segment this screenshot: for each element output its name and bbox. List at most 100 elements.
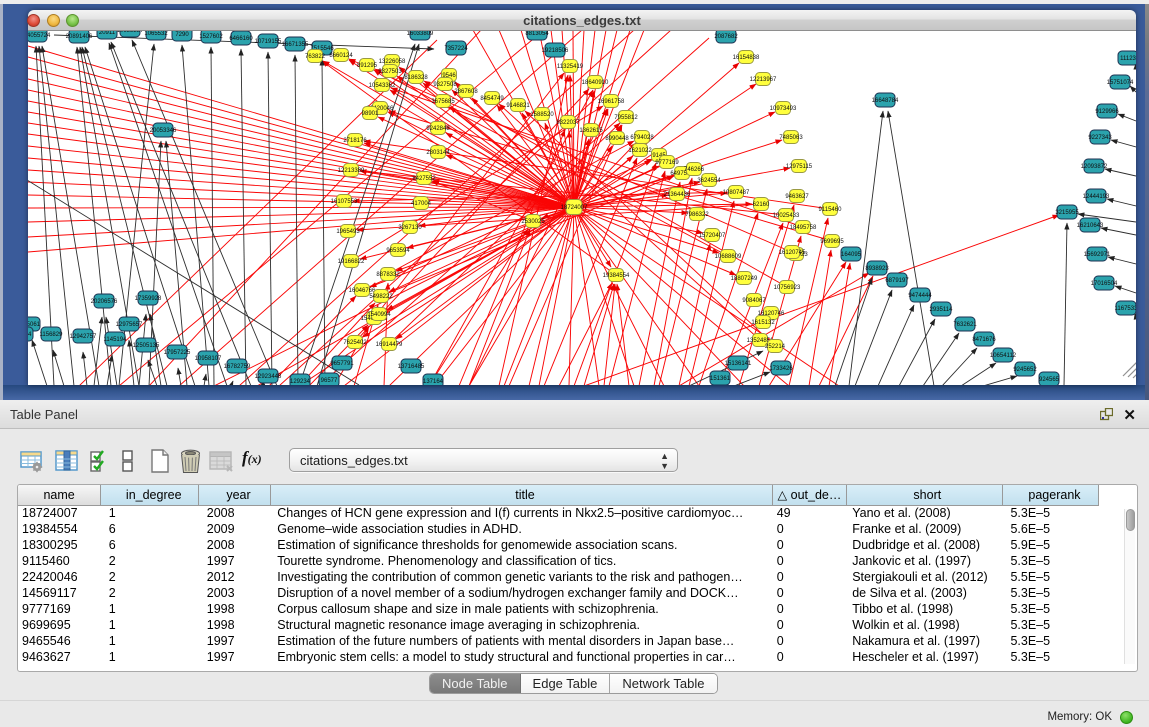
svg-text:12444193: 12444193 bbox=[1083, 194, 1110, 200]
svg-text:3215955: 3215955 bbox=[1055, 210, 1079, 216]
svg-text:3267130: 3267130 bbox=[398, 225, 422, 231]
svg-text:10543362: 10543362 bbox=[369, 83, 396, 89]
svg-text:9327508: 9327508 bbox=[433, 82, 457, 88]
svg-text:16961758: 16961758 bbox=[598, 99, 625, 105]
svg-text:8660124: 8660124 bbox=[329, 53, 353, 59]
svg-text:137164: 137164 bbox=[423, 379, 444, 385]
svg-text:9084067: 9084067 bbox=[742, 298, 766, 304]
svg-text:9777169: 9777169 bbox=[655, 160, 679, 166]
svg-text:1615132: 1615132 bbox=[751, 320, 775, 326]
svg-text:19166822: 19166822 bbox=[338, 259, 365, 265]
svg-text:7625402: 7625402 bbox=[343, 340, 367, 346]
svg-text:9653594: 9653594 bbox=[386, 248, 410, 254]
svg-text:9245652: 9245652 bbox=[1013, 367, 1037, 373]
svg-text:1167533: 1167533 bbox=[1115, 306, 1136, 312]
svg-text:2718176: 2718176 bbox=[343, 138, 367, 144]
svg-text:6879197: 6879197 bbox=[885, 278, 909, 284]
svg-text:12093872: 12093872 bbox=[1081, 164, 1108, 170]
svg-text:7986322: 7986322 bbox=[685, 212, 709, 218]
svg-text:8813054: 8813054 bbox=[525, 31, 549, 37]
svg-text:9657791: 9657791 bbox=[330, 361, 354, 367]
svg-text:9227343: 9227343 bbox=[1088, 135, 1112, 141]
svg-text:16210643: 16210643 bbox=[1077, 223, 1104, 229]
svg-text:252214: 252214 bbox=[765, 344, 786, 350]
svg-text:16782759: 16782759 bbox=[224, 364, 251, 370]
svg-text:15692971: 15692971 bbox=[1084, 252, 1111, 258]
svg-text:1527602: 1527602 bbox=[199, 34, 223, 40]
svg-text:10025433: 10025433 bbox=[773, 213, 800, 219]
svg-text:8471676: 8471676 bbox=[972, 337, 996, 343]
svg-text:10973493: 10973493 bbox=[770, 106, 797, 112]
svg-text:15136141: 15136141 bbox=[725, 361, 752, 367]
svg-text:17359928: 17359928 bbox=[135, 296, 162, 302]
svg-text:7485063: 7485063 bbox=[779, 135, 803, 141]
svg-text:151361: 151361 bbox=[710, 376, 731, 382]
svg-text:16033809: 16033809 bbox=[407, 31, 434, 37]
svg-text:20891406: 20891406 bbox=[66, 34, 93, 40]
svg-text:3675685: 3675685 bbox=[431, 99, 455, 105]
svg-text:1621022: 1621022 bbox=[628, 148, 652, 154]
svg-text:6794028: 6794028 bbox=[630, 135, 654, 141]
svg-text:1065532: 1065532 bbox=[144, 31, 168, 37]
svg-text:12213967: 12213967 bbox=[750, 77, 777, 83]
svg-text:9699695: 9699695 bbox=[820, 239, 844, 245]
svg-text:17957225: 17957225 bbox=[164, 350, 191, 356]
svg-text:2867608: 2867608 bbox=[454, 89, 478, 95]
svg-text:9146821: 9146821 bbox=[506, 103, 530, 109]
svg-text:14055724: 14055724 bbox=[28, 33, 51, 39]
svg-text:16671355: 16671355 bbox=[282, 42, 309, 48]
svg-text:12942757: 12942757 bbox=[70, 334, 97, 340]
svg-text:20911: 20911 bbox=[99, 31, 116, 36]
svg-text:16154838: 16154838 bbox=[733, 55, 760, 61]
svg-text:10807487: 10807487 bbox=[723, 190, 750, 196]
svg-text:1540994: 1540994 bbox=[367, 312, 391, 318]
svg-text:9463627: 9463627 bbox=[785, 194, 809, 200]
svg-text:12975657: 12975657 bbox=[116, 322, 143, 328]
svg-text:10688609: 10688609 bbox=[715, 254, 742, 260]
svg-text:12923448: 12923448 bbox=[255, 374, 282, 380]
svg-text:1733426: 1733426 bbox=[769, 366, 793, 372]
svg-text:12975115: 12975115 bbox=[786, 164, 813, 170]
svg-text:9115460: 9115460 bbox=[819, 207, 843, 213]
svg-text:2530025: 2530025 bbox=[521, 219, 545, 225]
svg-text:20206576: 20206576 bbox=[91, 299, 118, 305]
svg-text:3624554: 3624554 bbox=[697, 178, 721, 184]
svg-text:10756923: 10756923 bbox=[774, 285, 801, 291]
svg-text:1145194: 1145194 bbox=[104, 337, 128, 343]
svg-text:8186328: 8186328 bbox=[404, 75, 428, 81]
svg-text:20053346: 20053346 bbox=[150, 128, 177, 134]
svg-text:10654112: 10654112 bbox=[990, 353, 1017, 359]
svg-text:16648784: 16648784 bbox=[872, 98, 899, 104]
svg-text:15751074: 15751074 bbox=[1107, 80, 1134, 86]
svg-text:16107553: 16107553 bbox=[331, 199, 358, 205]
svg-text:21364436: 21364436 bbox=[664, 192, 691, 198]
svg-text:11123: 11123 bbox=[1120, 56, 1136, 62]
svg-text:9242848: 9242848 bbox=[426, 126, 450, 132]
svg-text:8454749: 8454749 bbox=[480, 96, 504, 102]
svg-text:7357224: 7357224 bbox=[444, 46, 468, 52]
svg-text:10958107: 10958107 bbox=[195, 356, 222, 362]
svg-text:8878332: 8878332 bbox=[376, 272, 400, 278]
svg-text:10653287: 10653287 bbox=[117, 31, 144, 34]
svg-text:19218506: 19218506 bbox=[542, 48, 569, 54]
svg-text:62160: 62160 bbox=[753, 202, 770, 208]
svg-text:8322037: 8322037 bbox=[556, 120, 580, 126]
svg-text:9327503: 9327503 bbox=[378, 69, 402, 75]
svg-text:7955812: 7955812 bbox=[614, 115, 638, 121]
svg-text:16914479: 16914479 bbox=[376, 342, 403, 348]
svg-text:19384554: 19384554 bbox=[603, 273, 630, 279]
svg-text:7632621: 7632621 bbox=[953, 322, 977, 328]
svg-text:17016504: 17016504 bbox=[1091, 281, 1118, 287]
svg-text:15720407: 15720407 bbox=[699, 233, 726, 239]
svg-text:12213389: 12213389 bbox=[338, 168, 365, 174]
svg-text:5498222: 5498222 bbox=[369, 294, 393, 300]
svg-text:18495758: 18495758 bbox=[790, 225, 817, 231]
svg-text:8427552: 8427552 bbox=[412, 176, 436, 182]
svg-text:8938923: 8938923 bbox=[865, 266, 889, 272]
svg-text:18640910: 18640910 bbox=[582, 80, 609, 86]
svg-text:1362615: 1362615 bbox=[579, 128, 603, 134]
svg-text:1965493: 1965493 bbox=[336, 229, 360, 235]
svg-text:891295: 891295 bbox=[357, 63, 378, 69]
svg-text:2087682: 2087682 bbox=[714, 34, 738, 40]
svg-text:1156829: 1156829 bbox=[40, 332, 64, 338]
